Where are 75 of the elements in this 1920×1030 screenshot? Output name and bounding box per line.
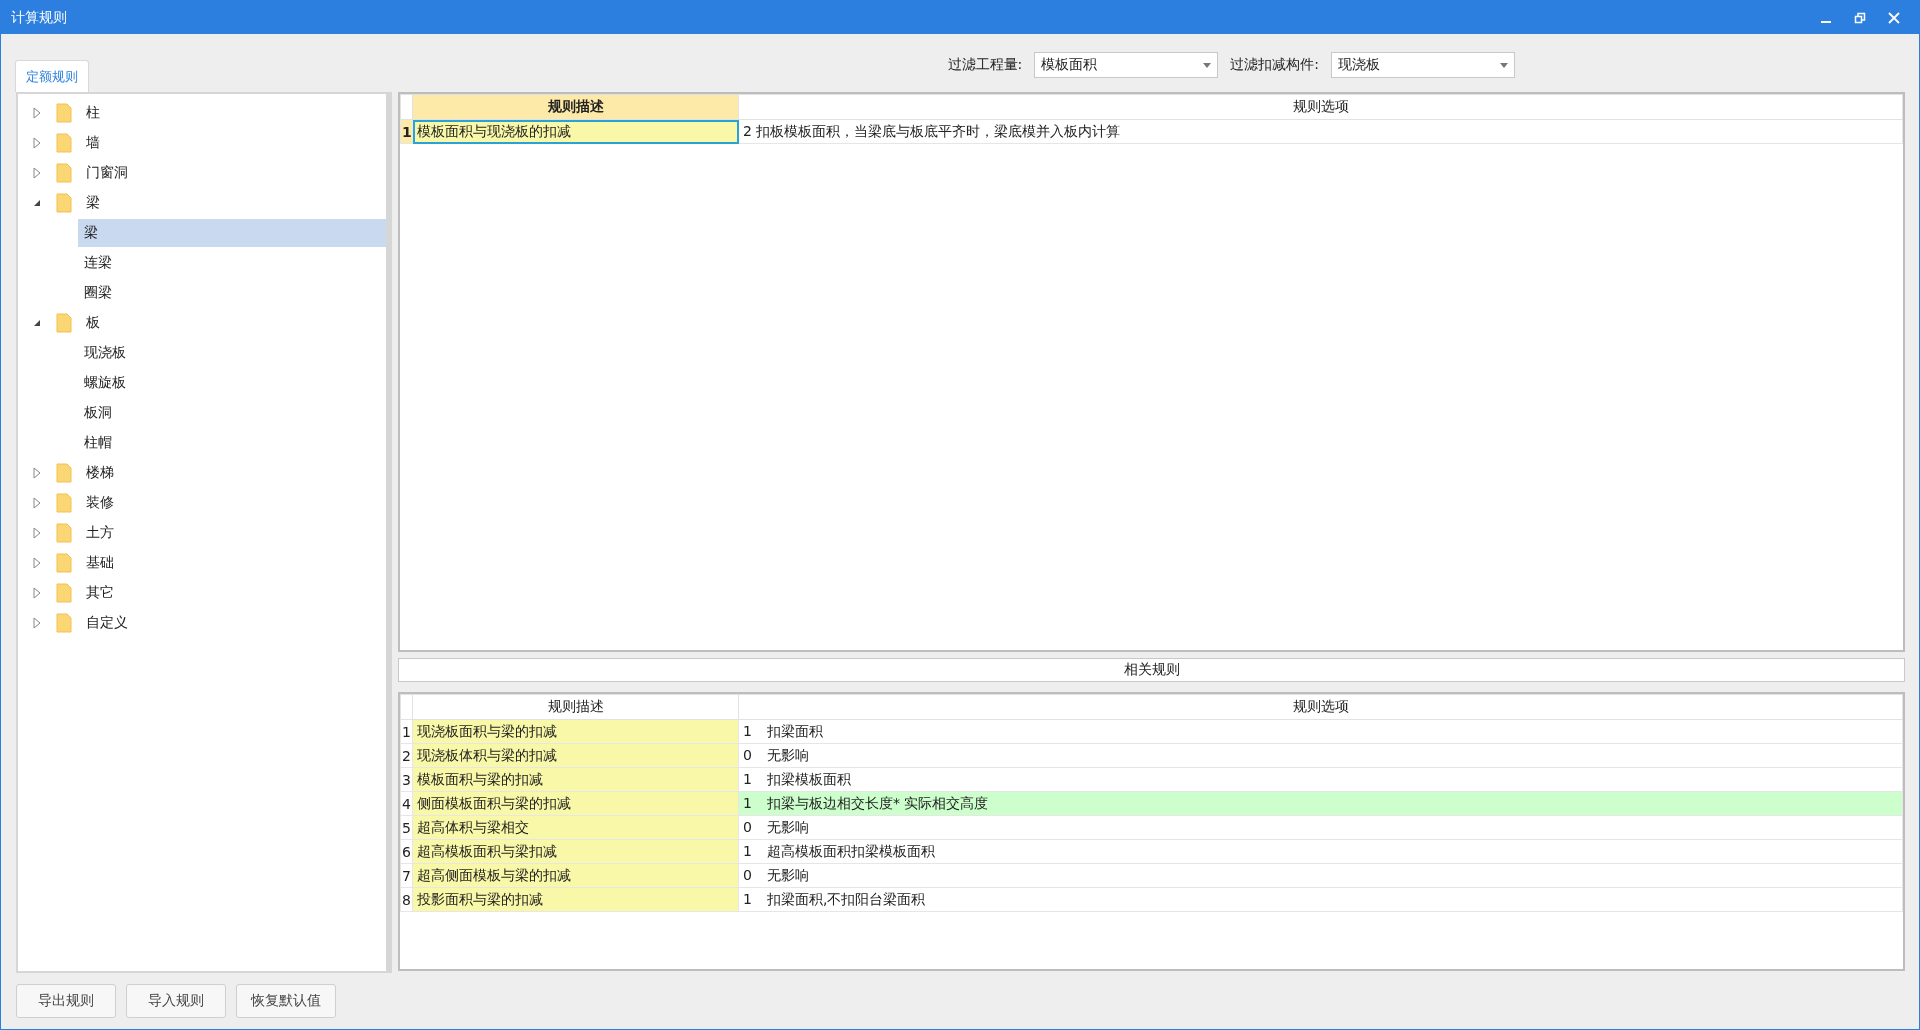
column-header: 规则描述 xyxy=(412,94,739,120)
dropdown-arrow-icon xyxy=(1203,62,1212,68)
table-cell[interactable]: 投影面积与梁的扣减 xyxy=(412,887,739,912)
table-cell[interactable]: 1 超高模板面积扣梁模板面积 xyxy=(738,839,1903,864)
folder-icon xyxy=(56,553,72,573)
restore-icon xyxy=(1854,11,1866,24)
column-header: 规则描述 xyxy=(412,694,739,720)
folder-icon xyxy=(56,133,72,153)
action-button[interactable]: 恢复默认值 xyxy=(236,984,336,1018)
tree-item[interactable]: 墙 xyxy=(80,129,106,157)
table-cell[interactable]: 超高侧面模板与梁的扣减 xyxy=(412,863,739,888)
tree-item[interactable]: 圈梁 xyxy=(78,279,386,307)
column-header: 规则选项 xyxy=(738,94,1903,120)
table-cell[interactable]: 模板面积与梁的扣减 xyxy=(412,767,739,792)
folder-icon xyxy=(56,103,72,123)
folder-icon xyxy=(56,463,72,483)
table-cell[interactable]: 0 无影响 xyxy=(738,743,1903,768)
window-title: 计算规则 xyxy=(11,8,68,27)
table-cell[interactable]: 现浇板面积与梁的扣减 xyxy=(412,719,739,744)
filter-dropdown[interactable]: 模板面积 xyxy=(1034,52,1219,78)
tree-item[interactable]: 梁 xyxy=(80,189,106,217)
filter-label: 过滤工程量: xyxy=(947,56,1023,74)
section-header: 相关规则 xyxy=(398,658,1905,682)
tree-item[interactable]: 柱帽 xyxy=(78,429,386,457)
row-number: 1 xyxy=(400,719,413,744)
table-cell[interactable]: 超高模板面积与梁扣减 xyxy=(412,839,739,864)
close-icon xyxy=(1888,11,1900,24)
folder-icon xyxy=(56,313,72,333)
tree-item[interactable]: 连梁 xyxy=(78,249,386,277)
minimize-icon xyxy=(1821,20,1831,23)
tab[interactable]: 定额规则 xyxy=(15,60,89,92)
column-header: 规则选项 xyxy=(738,694,1903,720)
table-cell[interactable]: 现浇板体积与梁的扣减 xyxy=(412,743,739,768)
row-number: 1 xyxy=(400,119,413,144)
folder-icon xyxy=(56,193,72,213)
tree-item[interactable]: 基础 xyxy=(80,549,120,577)
table-cell[interactable]: 1 扣梁面积,不扣阳台梁面积 xyxy=(738,887,1903,912)
table-cell[interactable]: 1 扣梁与板边相交长度* 实际相交高度 xyxy=(738,791,1903,816)
tree-item[interactable]: 门窗洞 xyxy=(80,159,134,187)
dropdown-arrow-icon xyxy=(1500,62,1508,68)
table-cell[interactable]: 0 无影响 xyxy=(738,863,1903,888)
tree-item[interactable]: 其它 xyxy=(80,579,120,607)
row-number: 4 xyxy=(400,791,413,816)
tree-item[interactable]: 自定义 xyxy=(80,609,134,637)
table-cell[interactable]: 超高体积与梁相交 xyxy=(412,815,739,840)
table-cell[interactable]: 2 扣板模板面积，当梁底与板底平齐时，梁底模并入板内计算 xyxy=(738,119,1903,144)
tree-item[interactable]: 装修 xyxy=(80,489,120,517)
table-cell[interactable]: 0 无影响 xyxy=(738,815,1903,840)
row-number: 7 xyxy=(400,863,413,888)
folder-icon xyxy=(56,583,72,603)
tree-item[interactable]: 螺旋板 xyxy=(78,369,386,397)
row-number: 3 xyxy=(400,767,413,792)
filter-label: 过滤扣减构件: xyxy=(1230,56,1319,74)
action-button[interactable]: 导入规则 xyxy=(126,984,226,1018)
table-cell[interactable]: 模板面积与现浇板的扣减 xyxy=(412,119,739,144)
folder-icon xyxy=(56,613,72,633)
tree-item[interactable]: 现浇板 xyxy=(78,339,386,367)
action-button[interactable]: 导出规则 xyxy=(16,984,116,1018)
tree-item[interactable]: 梁 xyxy=(78,219,386,247)
table-cell[interactable]: 1 扣梁面积 xyxy=(738,719,1903,744)
row-number: 2 xyxy=(400,743,413,768)
filter-dropdown[interactable]: 现浇板 xyxy=(1331,52,1515,78)
tree-item[interactable]: 板 xyxy=(80,309,106,337)
tree-item[interactable]: 楼梯 xyxy=(80,459,120,487)
folder-icon xyxy=(56,493,72,513)
row-number: 5 xyxy=(400,815,413,840)
tree-item[interactable]: 柱 xyxy=(80,99,106,127)
tree-item[interactable]: 板洞 xyxy=(78,399,386,427)
tree-item[interactable]: 土方 xyxy=(80,519,120,547)
table-cell[interactable]: 侧面模板面积与梁的扣减 xyxy=(412,791,739,816)
table-cell[interactable]: 1 扣梁模板面积 xyxy=(738,767,1903,792)
folder-icon xyxy=(56,163,72,183)
row-number: 6 xyxy=(400,839,413,864)
folder-icon xyxy=(56,523,72,543)
row-number: 8 xyxy=(400,887,413,912)
